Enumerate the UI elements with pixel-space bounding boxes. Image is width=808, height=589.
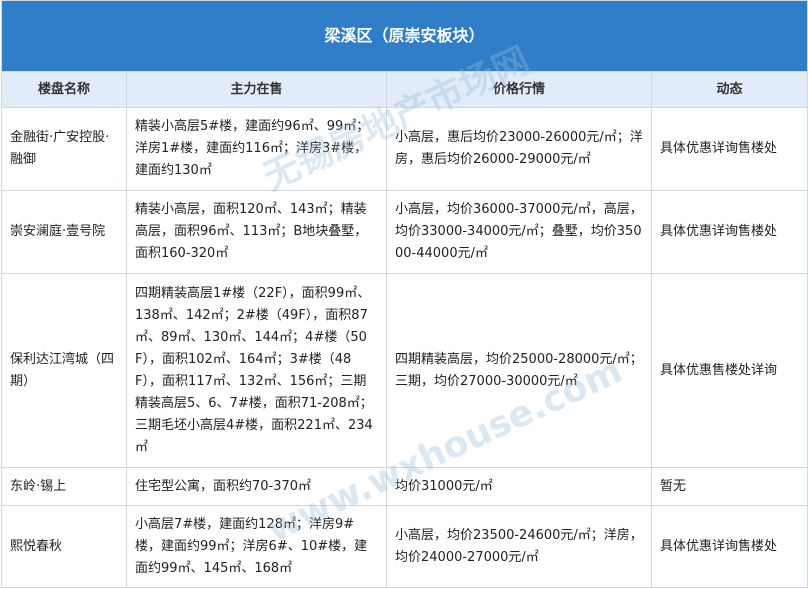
cell-main-supply: 四期精装高层1#楼（22F），面积99㎡、138㎡、142㎡；2#楼（49F），… [126, 273, 387, 468]
cell-project-name: 保利达江湾城（四期） [1, 273, 127, 468]
cell-project-name: 金融街·广安控股·融御 [1, 107, 127, 191]
cell-price: 小高层，惠后均价23000-26000元/㎡；洋房，惠后均价26000-2900… [386, 107, 652, 191]
header-main-supply: 主力在售 [126, 71, 387, 108]
cell-status: 具体优惠详询售楼处 [650, 505, 808, 588]
table-title-row: 梁溪区（原崇安板块） [0, 0, 808, 72]
cell-status: 具体优惠详询售楼处 [650, 190, 808, 274]
cell-project-name: 东岭·锡上 [1, 467, 127, 506]
cell-price: 小高层，均价23500-24600元/㎡；洋房，均价24000-27000元/㎡ [386, 505, 652, 588]
header-price: 价格行情 [386, 71, 652, 108]
cell-main-supply: 住宅型公寓，面积约70-370㎡ [126, 467, 387, 506]
cell-main-supply: 精装小高层，面积120㎡、143㎡；精装高层，面积96㎡、113㎡；B地块叠墅，… [126, 190, 387, 274]
property-price-table: 梁溪区（原崇安板块） 楼盘名称 主力在售 价格行情 动态 金融街·广安控股·融御… [0, 0, 808, 588]
cell-status: 暂无 [650, 467, 808, 506]
cell-status: 具体优惠详询售楼处 [650, 107, 808, 191]
header-status: 动态 [650, 71, 808, 108]
table-row: 熙悦春秋 小高层7#楼，建面约128㎡；洋房9#楼，建面约99㎡；洋房6#、10… [1, 505, 808, 588]
cell-price: 四期精装高层，均价25000-28000元/㎡；三期，均价27000-30000… [386, 273, 652, 468]
table-header-row: 楼盘名称 主力在售 价格行情 动态 [1, 71, 808, 108]
table-row: 东岭·锡上 住宅型公寓，面积约70-370㎡ 均价31000元/㎡ 暂无 [1, 467, 808, 506]
cell-project-name: 崇安澜庭·壹号院 [1, 190, 127, 274]
cell-main-supply: 精装小高层5#楼，建面约96㎡、99㎡；洋房1#楼，建面约116㎡；洋房3#楼，… [126, 107, 387, 191]
price-table-container: 梁溪区（原崇安板块） 楼盘名称 主力在售 价格行情 动态 金融街·广安控股·融御… [0, 0, 808, 588]
table-title: 梁溪区（原崇安板块） [0, 0, 808, 72]
table-row: 金融街·广安控股·融御 精装小高层5#楼，建面约96㎡、99㎡；洋房1#楼，建面… [1, 107, 808, 191]
cell-project-name: 熙悦春秋 [1, 505, 127, 588]
cell-status: 具体优惠售楼处详询 [650, 273, 808, 468]
table-row: 崇安澜庭·壹号院 精装小高层，面积120㎡、143㎡；精装高层，面积96㎡、11… [1, 190, 808, 274]
header-project-name: 楼盘名称 [1, 71, 127, 108]
cell-price: 均价31000元/㎡ [386, 467, 652, 506]
table-row: 保利达江湾城（四期） 四期精装高层1#楼（22F），面积99㎡、138㎡、142… [1, 273, 808, 468]
cell-main-supply: 小高层7#楼，建面约128㎡；洋房9#楼，建面约99㎡；洋房6#、10#楼，建面… [126, 505, 387, 588]
cell-price: 小高层，均价36000-37000元/㎡，高层，均价33000-34000元/㎡… [386, 190, 652, 274]
